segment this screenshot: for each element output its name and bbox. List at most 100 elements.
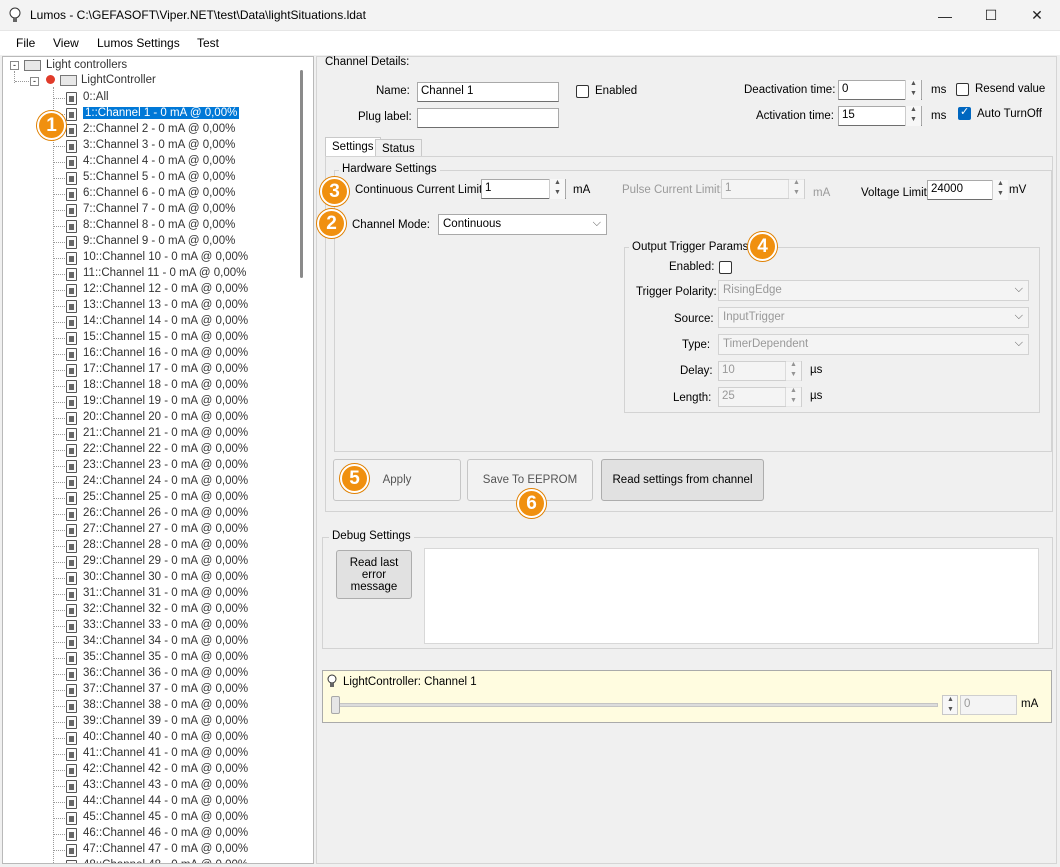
tree-item-all[interactable]: 0::All <box>83 91 109 103</box>
tree-item-channel[interactable]: 46::Channel 46 - 0 mA @ 0,00% <box>83 827 248 839</box>
intensity-field[interactable]: 0 <box>960 695 1017 715</box>
menu-test[interactable]: Test <box>197 36 219 50</box>
trigger-polarity-value: RisingEdge <box>723 284 782 296</box>
ccl-label: Continuous Current Limit: <box>355 184 486 196</box>
deactivation-spinner[interactable] <box>905 80 921 100</box>
channel-icon <box>66 124 77 137</box>
delay-spinner[interactable] <box>785 361 801 381</box>
length-spinner[interactable] <box>785 387 801 407</box>
voltage-limit-spinner[interactable] <box>992 180 1008 200</box>
name-label: Name: <box>376 85 410 97</box>
tree-item-channel[interactable]: 33::Channel 33 - 0 mA @ 0,00% <box>83 619 248 631</box>
tree-item-channel[interactable]: 19::Channel 19 - 0 mA @ 0,00% <box>83 395 248 407</box>
channel-icon <box>66 316 77 329</box>
collapse-controller-icon[interactable]: - <box>30 77 39 86</box>
debug-output-box[interactable] <box>424 548 1039 644</box>
intensity-spinner[interactable] <box>942 695 958 715</box>
tree-item-channel[interactable]: 2::Channel 2 - 0 mA @ 0,00% <box>83 123 235 135</box>
channel-mode-select[interactable]: Continuous ⌵ <box>438 214 607 235</box>
tree-item-channel[interactable]: 37::Channel 37 - 0 mA @ 0,00% <box>83 683 248 695</box>
resend-value-checkbox[interactable] <box>956 83 969 96</box>
intensity-slider-thumb[interactable] <box>331 696 340 714</box>
tab-settings[interactable]: Settings <box>325 137 381 156</box>
tree-item-channel[interactable]: 11::Channel 11 - 0 mA @ 0,00% <box>83 267 246 279</box>
menu-view[interactable]: View <box>53 36 79 50</box>
source-select[interactable]: InputTrigger ⌵ <box>718 307 1029 328</box>
tree-item-channel[interactable]: 7::Channel 7 - 0 mA @ 0,00% <box>83 203 235 215</box>
tree-item-channel[interactable]: 13::Channel 13 - 0 mA @ 0,00% <box>83 299 248 311</box>
close-button[interactable]: ✕ <box>1014 0 1060 31</box>
activation-spinner[interactable] <box>905 106 921 126</box>
tree-item-channel[interactable]: 23::Channel 23 - 0 mA @ 0,00% <box>83 459 248 471</box>
trigger-enabled-checkbox[interactable] <box>719 261 732 274</box>
output-trigger-title: Output Trigger Params <box>629 241 752 253</box>
read-error-button[interactable]: Read last error message <box>336 550 412 599</box>
enabled-checkbox[interactable] <box>576 85 589 98</box>
tree-item-channel[interactable]: 22::Channel 22 - 0 mA @ 0,00% <box>83 443 248 455</box>
tree-item-channel[interactable]: 26::Channel 26 - 0 mA @ 0,00% <box>83 507 248 519</box>
tree-controller-label[interactable]: LightController <box>81 74 156 86</box>
tree-item-channel[interactable]: 5::Channel 5 - 0 mA @ 0,00% <box>83 171 235 183</box>
plug-label: Plug label: <box>358 111 412 123</box>
auto-turnoff-checkbox[interactable] <box>958 105 971 120</box>
channel-icon <box>66 92 77 105</box>
tree-item-channel[interactable]: 10::Channel 10 - 0 mA @ 0,00% <box>83 251 248 263</box>
tree-item-channel[interactable]: 31::Channel 31 - 0 mA @ 0,00% <box>83 587 248 599</box>
tree-item-channel[interactable]: 6::Channel 6 - 0 mA @ 0,00% <box>83 187 235 199</box>
tree-item-channel[interactable]: 25::Channel 25 - 0 mA @ 0,00% <box>83 491 248 503</box>
plug-label-field[interactable] <box>417 108 559 128</box>
tree-item-channel[interactable]: 20::Channel 20 - 0 mA @ 0,00% <box>83 411 248 423</box>
type-select[interactable]: TimerDependent ⌵ <box>718 334 1029 355</box>
tree-item-channel[interactable]: 9::Channel 9 - 0 mA @ 0,00% <box>83 235 235 247</box>
trigger-polarity-select[interactable]: RisingEdge ⌵ <box>718 280 1029 301</box>
tree-item-channel[interactable]: 29::Channel 29 - 0 mA @ 0,00% <box>83 555 248 567</box>
tree-item-channel[interactable]: 48::Channel 48 - 0 mA @ 0,00% <box>83 859 248 863</box>
tree-item-channel[interactable]: 17::Channel 17 - 0 mA @ 0,00% <box>83 363 248 375</box>
read-settings-button[interactable]: Read settings from channel <box>601 459 764 501</box>
menu-file[interactable]: File <box>16 36 35 50</box>
tree-item-channel[interactable]: 3::Channel 3 - 0 mA @ 0,00% <box>83 139 235 151</box>
tree-item-channel[interactable]: 36::Channel 36 - 0 mA @ 0,00% <box>83 667 248 679</box>
tree-item-channel[interactable]: 12::Channel 12 - 0 mA @ 0,00% <box>83 283 248 295</box>
tree-item-channel[interactable]: 47::Channel 47 - 0 mA @ 0,00% <box>83 843 248 855</box>
tree-scrollbar[interactable] <box>296 58 312 862</box>
channel-icon <box>66 796 77 809</box>
scrollbar-thumb[interactable] <box>300 70 303 278</box>
channel-icon <box>66 492 77 505</box>
tree-item-channel[interactable]: 45::Channel 45 - 0 mA @ 0,00% <box>83 811 248 823</box>
name-field[interactable]: Channel 1 <box>417 82 559 102</box>
tree-item-channel[interactable]: 4::Channel 4 - 0 mA @ 0,00% <box>83 155 235 167</box>
tree-item-channel[interactable]: 8::Channel 8 - 0 mA @ 0,00% <box>83 219 235 231</box>
intensity-slider-track[interactable] <box>333 703 938 707</box>
pcl-spinner[interactable] <box>788 179 804 199</box>
channel-icon <box>66 812 77 825</box>
tree-item-channel[interactable]: 28::Channel 28 - 0 mA @ 0,00% <box>83 539 248 551</box>
tree-item-channel[interactable]: 24::Channel 24 - 0 mA @ 0,00% <box>83 475 248 487</box>
tree-item-channel[interactable]: 34::Channel 34 - 0 mA @ 0,00% <box>83 635 248 647</box>
tree-item-channel[interactable]: 43::Channel 43 - 0 mA @ 0,00% <box>83 779 248 791</box>
tree-item-channel[interactable]: 14::Channel 14 - 0 mA @ 0,00% <box>83 315 248 327</box>
tree-item-channel[interactable]: 16::Channel 16 - 0 mA @ 0,00% <box>83 347 248 359</box>
tree-item-channel[interactable]: 44::Channel 44 - 0 mA @ 0,00% <box>83 795 248 807</box>
controller-tree[interactable]: - Light controllers - LightController 0:… <box>2 56 314 864</box>
tree-item-channel[interactable]: 32::Channel 32 - 0 mA @ 0,00% <box>83 603 248 615</box>
chevron-down-icon: ⌵ <box>1014 283 1023 295</box>
tree-item-channel[interactable]: 18::Channel 18 - 0 mA @ 0,00% <box>83 379 248 391</box>
tree-item-channel[interactable]: 15::Channel 15 - 0 mA @ 0,00% <box>83 331 248 343</box>
tree-item-channel[interactable]: 27::Channel 27 - 0 mA @ 0,00% <box>83 523 248 535</box>
tree-item-channel[interactable]: 30::Channel 30 - 0 mA @ 0,00% <box>83 571 248 583</box>
tree-item-channel[interactable]: 35::Channel 35 - 0 mA @ 0,00% <box>83 651 248 663</box>
minimize-button[interactable]: — <box>922 0 968 31</box>
tree-item-channel[interactable]: 21::Channel 21 - 0 mA @ 0,00% <box>83 427 248 439</box>
collapse-root-icon[interactable]: - <box>10 61 19 70</box>
tree-item-channel[interactable]: 39::Channel 39 - 0 mA @ 0,00% <box>83 715 248 727</box>
tree-item-channel[interactable]: 38::Channel 38 - 0 mA @ 0,00% <box>83 699 248 711</box>
tree-item-channel[interactable]: 40::Channel 40 - 0 mA @ 0,00% <box>83 731 248 743</box>
tree-item-channel[interactable]: 42::Channel 42 - 0 mA @ 0,00% <box>83 763 248 775</box>
maximize-button[interactable]: ☐ <box>968 0 1014 31</box>
tree-item-channel[interactable]: 1::Channel 1 - 0 mA @ 0,00% <box>83 107 240 119</box>
ccl-spinner[interactable] <box>549 179 565 199</box>
tree-item-channel[interactable]: 41::Channel 41 - 0 mA @ 0,00% <box>83 747 248 759</box>
tree-root-label[interactable]: Light controllers <box>46 59 127 71</box>
menu-lumos-settings[interactable]: Lumos Settings <box>97 36 180 50</box>
